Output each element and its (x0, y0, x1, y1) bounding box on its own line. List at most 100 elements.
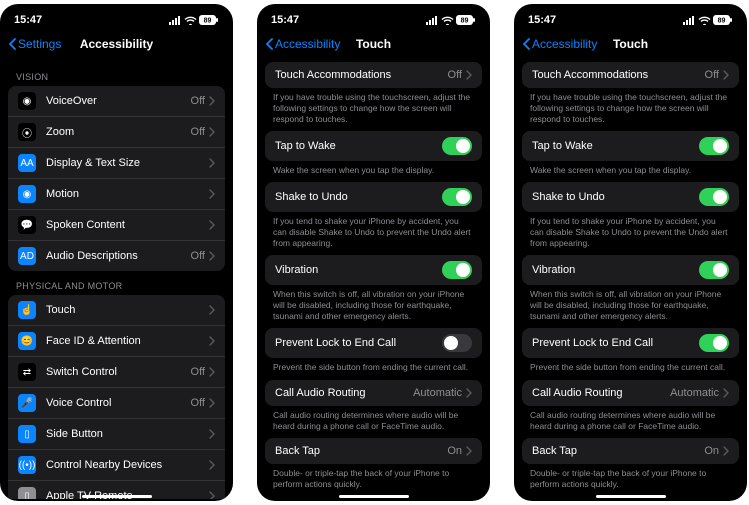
row-display-text[interactable]: AADisplay & Text Size (8, 148, 225, 179)
prevent-lock-toggle[interactable] (442, 334, 472, 352)
status-time: 15:47 (271, 14, 299, 26)
voice-control-icon: 🎤 (18, 394, 36, 412)
row-value: Off (191, 397, 205, 409)
content[interactable]: VISION◉VoiceOverOff⦿ZoomOffAADisplay & T… (0, 62, 233, 499)
cell-group: Touch AccommodationsOff (265, 62, 482, 88)
row-value: Automatic (413, 387, 462, 399)
chevron-left-icon (265, 38, 273, 50)
row-tap-to-wake[interactable]: Tap to Wake (522, 131, 739, 161)
row-label: Call Audio Routing (532, 387, 670, 399)
display-text-icon: AA (18, 154, 36, 172)
chevron-right-icon (209, 220, 215, 230)
back-button[interactable]: Settings (8, 37, 61, 51)
vibration-toggle[interactable] (699, 261, 729, 279)
motion-icon: ◉ (18, 185, 36, 203)
shake-undo-toggle[interactable] (699, 188, 729, 206)
footer-text: Wake the screen when you tap the display… (257, 161, 490, 182)
row-label: Switch Control (46, 366, 191, 378)
row-voiceover[interactable]: ◉VoiceOverOff (8, 86, 225, 117)
row-call-audio[interactable]: Call Audio RoutingAutomatic (265, 380, 482, 406)
nav-bar: Accessibility Touch (257, 30, 490, 58)
zoom-icon: ⦿ (18, 123, 36, 141)
battery-icon: 89 (456, 15, 476, 25)
cell-group: Call Audio RoutingAutomatic (522, 380, 739, 406)
back-button[interactable]: Accessibility (265, 37, 340, 51)
row-shake-undo[interactable]: Shake to Undo (265, 182, 482, 212)
row-zoom[interactable]: ⦿ZoomOff (8, 117, 225, 148)
row-label: Side Button (46, 428, 209, 440)
chevron-right-icon (209, 398, 215, 408)
row-nearby-devices[interactable]: ((•))Control Nearby Devices (8, 450, 225, 481)
signal-icon (683, 16, 696, 25)
chevron-right-icon (209, 491, 215, 499)
row-prevent-lock[interactable]: Prevent Lock to End Call (265, 328, 482, 358)
voiceover-icon: ◉ (18, 92, 36, 110)
row-motion[interactable]: ◉Motion (8, 179, 225, 210)
home-indicator[interactable] (596, 495, 666, 498)
apple-tv-remote-icon: ▯ (18, 487, 36, 499)
status-indicators: 89 (426, 15, 476, 25)
row-vibration[interactable]: Vibration (265, 255, 482, 285)
chevron-right-icon (209, 189, 215, 199)
prevent-lock-toggle[interactable] (699, 334, 729, 352)
home-indicator[interactable] (339, 495, 409, 498)
row-label: Shake to Undo (532, 191, 699, 203)
footer-text: Prevent the side button from ending the … (514, 358, 747, 379)
chevron-right-icon (209, 336, 215, 346)
chevron-right-icon (723, 70, 729, 80)
row-vibration[interactable]: Vibration (522, 255, 739, 285)
phone-touch-2: 15:47 89 Accessibility Touch Touch Accom… (514, 4, 747, 501)
tap-to-wake-toggle[interactable] (442, 137, 472, 155)
row-label: Touch Accommodations (275, 69, 448, 81)
tap-to-wake-toggle[interactable] (699, 137, 729, 155)
section-header: VISION (0, 62, 233, 86)
footer-text: Double- or triple-tap the back of your i… (257, 464, 490, 496)
row-label: Prevent Lock to End Call (532, 337, 699, 349)
cell-group: ◉VoiceOverOff⦿ZoomOffAADisplay & Text Si… (8, 86, 225, 271)
row-touch[interactable]: ☝Touch (8, 295, 225, 326)
chevron-left-icon (8, 38, 16, 50)
chevron-right-icon (723, 446, 729, 456)
shake-undo-toggle[interactable] (442, 188, 472, 206)
row-shake-undo[interactable]: Shake to Undo (522, 182, 739, 212)
footer-text: If you tend to shake your iPhone by acci… (514, 212, 747, 255)
row-tap-to-wake[interactable]: Tap to Wake (265, 131, 482, 161)
home-indicator[interactable] (82, 495, 152, 498)
row-back-tap[interactable]: Back TapOn (522, 438, 739, 464)
row-side-button[interactable]: ▯Side Button (8, 419, 225, 450)
row-prevent-lock[interactable]: Prevent Lock to End Call (522, 328, 739, 358)
row-value: Off (191, 95, 205, 107)
chevron-right-icon (209, 429, 215, 439)
row-touch-accom[interactable]: Touch AccommodationsOff (265, 62, 482, 88)
row-audio-desc[interactable]: ADAudio DescriptionsOff (8, 241, 225, 271)
row-label: Back Tap (275, 445, 447, 457)
row-touch-accom[interactable]: Touch AccommodationsOff (522, 62, 739, 88)
row-value: On (704, 445, 719, 457)
section-header: PHYSICAL AND MOTOR (0, 271, 233, 295)
back-label: Accessibility (275, 37, 340, 51)
footer-text: When this switch is off, all vibration o… (514, 285, 747, 328)
content[interactable]: Touch AccommodationsOffIf you have troub… (257, 62, 490, 499)
nav-bar: Accessibility Touch (514, 30, 747, 58)
wifi-icon (184, 16, 197, 25)
svg-text:89: 89 (204, 18, 212, 25)
row-switch-control[interactable]: ⇄Switch ControlOff (8, 357, 225, 388)
back-button[interactable]: Accessibility (522, 37, 597, 51)
row-voice-control[interactable]: 🎤Voice ControlOff (8, 388, 225, 419)
footer-text: Wake the screen when you tap the display… (514, 161, 747, 182)
row-label: Vibration (275, 264, 442, 276)
row-call-audio[interactable]: Call Audio RoutingAutomatic (522, 380, 739, 406)
vibration-toggle[interactable] (442, 261, 472, 279)
row-spoken-content[interactable]: 💬Spoken Content (8, 210, 225, 241)
cell-group: Touch AccommodationsOff (522, 62, 739, 88)
chevron-right-icon (209, 460, 215, 470)
chevron-right-icon (209, 158, 215, 168)
status-time: 15:47 (14, 14, 42, 26)
row-back-tap[interactable]: Back TapOn (265, 438, 482, 464)
chevron-right-icon (209, 305, 215, 315)
switch-control-icon: ⇄ (18, 363, 36, 381)
row-faceid[interactable]: 😊Face ID & Attention (8, 326, 225, 357)
row-label: Shake to Undo (275, 191, 442, 203)
status-bar: 15:47 89 (0, 4, 233, 30)
content[interactable]: Touch AccommodationsOffIf you have troub… (514, 62, 747, 499)
